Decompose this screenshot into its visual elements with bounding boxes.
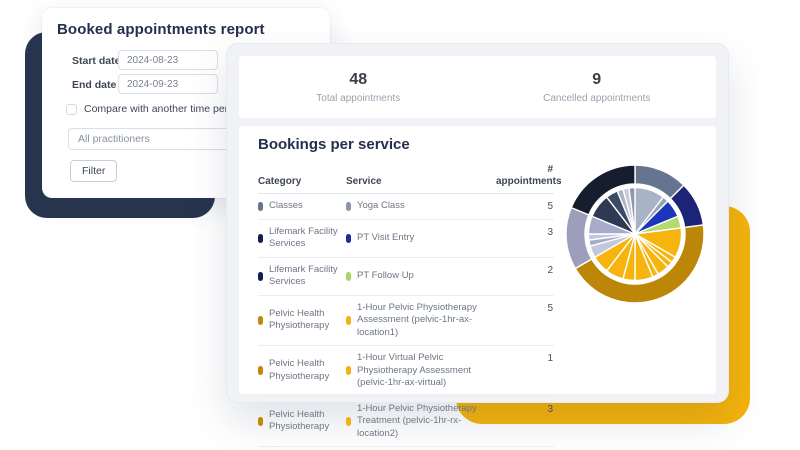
end-date-input[interactable] [118, 74, 218, 94]
service-column-header: Service [346, 176, 496, 188]
compare-checkbox-row: Compare with another time period [66, 103, 242, 115]
service-cell: 1-Hour Pelvic Physiotherapy Assessment (… [346, 302, 496, 340]
category-color-dot [258, 272, 263, 281]
category-text: Pelvic Health Physiotherapy [269, 409, 338, 434]
service-text: PT Visit Entry [357, 232, 414, 245]
category-color-dot [258, 366, 263, 375]
table-row: Pelvic Health Physiotherapy 1-Hour Pelvi… [258, 397, 554, 448]
category-cell: Pelvic Health Physiotherapy [258, 409, 346, 434]
category-text: Lifemark Facility Services [269, 264, 338, 289]
service-color-dot [346, 417, 351, 426]
category-cell: Lifemark Facility Services [258, 226, 346, 251]
category-column-header: Category [258, 176, 346, 188]
bookings-section-title: Bookings per service [258, 136, 410, 153]
table-row: Classes Yoga Class 5 [258, 194, 554, 220]
appointments-count: 3 [496, 226, 554, 238]
service-cell: 1-Hour Virtual Pelvic Physiotherapy Asse… [346, 352, 496, 390]
table-row: Pelvic Health Physiotherapy 1-Hour Pelvi… [258, 296, 554, 347]
bookings-panel: Bookings per service Category Service # … [239, 126, 716, 394]
category-cell: Pelvic Health Physiotherapy [258, 358, 346, 383]
cancelled-appointments-value: 9 [592, 71, 601, 89]
category-color-dot [258, 316, 263, 325]
appointments-count: 5 [496, 200, 554, 212]
compare-checkbox-label: Compare with another time period [84, 103, 242, 115]
start-date-label: Start date [72, 55, 120, 67]
table-row: Pelvic Health Physiotherapy 1-Hour Virtu… [258, 346, 554, 397]
appointments-count: 3 [496, 403, 554, 415]
total-appointments-stat: 48 Total appointments [239, 56, 478, 118]
start-date-input[interactable] [118, 50, 218, 70]
category-color-dot [258, 417, 263, 426]
category-text: Pelvic Health Physiotherapy [269, 358, 338, 383]
filter-card-title: Booked appointments report [57, 21, 265, 38]
end-date-label: End date [72, 79, 116, 91]
service-cell: 1-Hour Pelvic Physiotherapy Treatment (p… [346, 403, 496, 441]
total-appointments-value: 48 [349, 71, 367, 89]
report-card: 48 Total appointments 9 Cancelled appoin… [226, 43, 729, 403]
compare-checkbox[interactable] [66, 104, 77, 115]
service-color-dot [346, 366, 351, 375]
category-cell: Pelvic Health Physiotherapy [258, 308, 346, 333]
pie-outer-segment [566, 208, 592, 269]
appointments-count: 1 [496, 352, 554, 364]
service-text: PT Follow Up [357, 270, 414, 283]
category-text: Pelvic Health Physiotherapy [269, 308, 338, 333]
service-cell: PT Follow Up [346, 270, 496, 283]
service-text: 1-Hour Pelvic Physiotherapy Treatment (p… [357, 403, 488, 441]
appointments-count: 5 [496, 302, 554, 314]
total-appointments-label: Total appointments [316, 93, 400, 104]
category-text: Lifemark Facility Services [269, 226, 338, 251]
category-cell: Classes [258, 200, 346, 213]
service-cell: PT Visit Entry [346, 232, 496, 245]
bookings-table: Category Service # appointments Classes … [258, 162, 554, 447]
service-text: 1-Hour Virtual Pelvic Physiotherapy Asse… [357, 352, 488, 390]
service-text: Yoga Class [357, 200, 405, 213]
service-cell: Yoga Class [346, 200, 496, 213]
cancelled-appointments-label: Cancelled appointments [543, 93, 650, 104]
appointments-column-header: # appointments [496, 164, 554, 188]
cancelled-appointments-stat: 9 Cancelled appointments [478, 56, 717, 118]
table-row: Lifemark Facility Services PT Visit Entr… [258, 220, 554, 258]
bookings-pie-chart [560, 159, 710, 309]
service-text: 1-Hour Pelvic Physiotherapy Assessment (… [357, 302, 488, 340]
service-color-dot [346, 202, 351, 211]
category-text: Classes [269, 200, 303, 213]
category-cell: Lifemark Facility Services [258, 264, 346, 289]
category-color-dot [258, 202, 263, 211]
bookings-pie-wrap [560, 159, 710, 309]
filter-button[interactable]: Filter [70, 160, 117, 182]
service-color-dot [346, 316, 351, 325]
service-color-dot [346, 234, 351, 243]
category-color-dot [258, 234, 263, 243]
table-row: Lifemark Facility Services PT Follow Up … [258, 258, 554, 296]
service-color-dot [346, 272, 351, 281]
appointments-count: 2 [496, 264, 554, 276]
stats-panel: 48 Total appointments 9 Cancelled appoin… [239, 56, 716, 118]
table-header-row: Category Service # appointments [258, 162, 554, 194]
